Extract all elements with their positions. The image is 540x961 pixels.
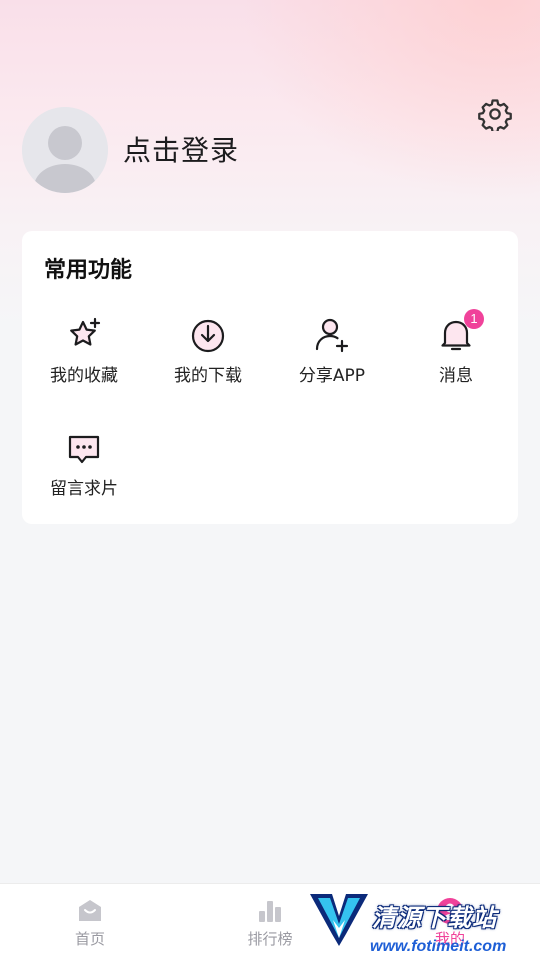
share-app-label: 分享APP xyxy=(298,366,366,386)
settings-button[interactable] xyxy=(476,95,514,133)
favorites-label: 我的收藏 xyxy=(50,366,118,386)
star-plus-icon xyxy=(70,317,101,346)
tab-ranking-label: 排行榜 xyxy=(247,930,293,948)
gear-icon xyxy=(478,99,512,131)
downloads-label: 我的下载 xyxy=(174,366,242,386)
watermark-overlay: 清源下载站 www.fotimeit.com xyxy=(308,888,518,958)
watermark-url: www.fotimeit.com xyxy=(370,938,507,955)
share-app-button[interactable]: 分享APP xyxy=(270,315,394,405)
download-icon xyxy=(191,319,225,353)
home-icon xyxy=(79,900,101,921)
bar-chart-icon xyxy=(259,901,281,922)
tab-home[interactable]: 首页 xyxy=(0,884,180,961)
messages-button[interactable]: 1 消息 xyxy=(394,309,518,405)
user-add-icon xyxy=(315,318,349,353)
downloads-button[interactable]: 我的下载 xyxy=(146,315,270,405)
watermark-title: 清源下载站 xyxy=(372,904,497,932)
message-icon xyxy=(68,435,100,464)
default-avatar-icon xyxy=(22,107,108,193)
section-title: 常用功能 xyxy=(44,258,133,283)
tab-home-label: 首页 xyxy=(74,930,105,948)
request-movie-button[interactable]: 留言求片 xyxy=(22,428,146,518)
favorites-button[interactable]: 我的收藏 xyxy=(22,315,146,405)
request-movie-label: 留言求片 xyxy=(50,479,118,499)
messages-label: 消息 xyxy=(439,366,473,386)
avatar[interactable] xyxy=(22,107,108,193)
login-link[interactable]: 点击登录 xyxy=(123,130,239,172)
common-functions-card: 常用功能 我的收藏 我的下载 分享APP 1 消息 留言求片 xyxy=(22,231,518,524)
watermark-logo-icon xyxy=(310,894,368,946)
unread-badge: 1 xyxy=(464,309,484,329)
